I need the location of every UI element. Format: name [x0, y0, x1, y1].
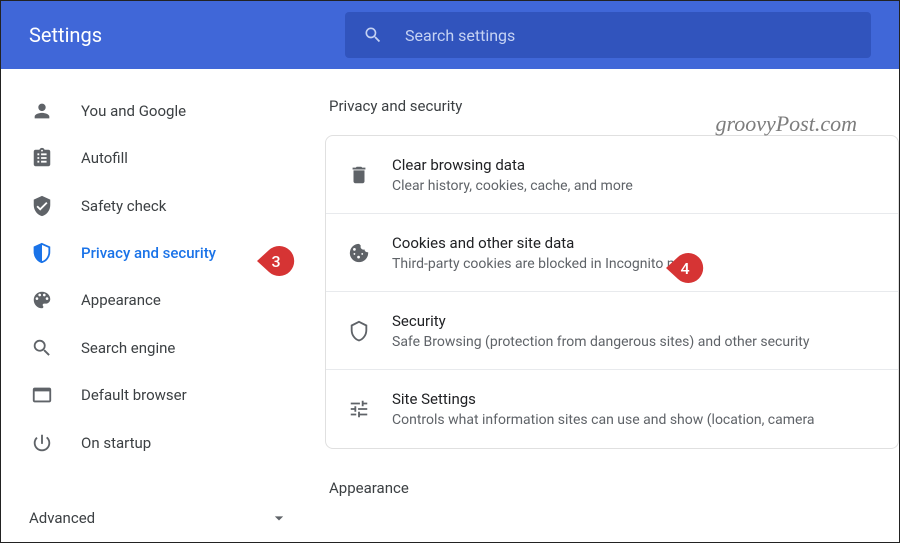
palette-icon [31, 289, 53, 311]
shield-outline-icon [348, 320, 370, 342]
sidebar-item-label: Default browser [81, 386, 187, 404]
sidebar-item-label: Search engine [81, 339, 175, 357]
browser-icon [31, 384, 53, 406]
sidebar-item-label: Privacy and security [81, 244, 216, 262]
sidebar: You and Google Autofill Safety check Pri… [1, 69, 319, 542]
row-sub: Clear history, cookies, cache, and more [392, 178, 633, 194]
row-clear-browsing-data[interactable]: Clear browsing data Clear history, cooki… [326, 136, 898, 214]
content: Privacy and security Clear browsing data… [319, 69, 899, 542]
row-sub: Third-party cookies are blocked in Incog… [392, 256, 702, 272]
row-sub: Safe Browsing (protection from dangerous… [392, 334, 809, 350]
section-title-appearance: Appearance [319, 479, 899, 497]
shield-icon [31, 242, 53, 264]
cookie-icon [348, 242, 370, 264]
chevron-down-icon [269, 508, 289, 528]
sidebar-item-label: On startup [81, 434, 151, 452]
row-title: Site Settings [392, 390, 815, 408]
sidebar-item-privacy-security[interactable]: Privacy and security [1, 229, 319, 276]
row-body: Security Safe Browsing (protection from … [392, 312, 809, 350]
sidebar-item-label: Appearance [81, 291, 161, 309]
clipboard-icon [31, 147, 53, 169]
sidebar-item-label: Autofill [81, 149, 128, 167]
section-title: Privacy and security [319, 97, 899, 115]
sidebar-item-safety-check[interactable]: Safety check [1, 182, 319, 229]
person-icon [31, 100, 53, 122]
row-sub: Controls what information sites can use … [392, 412, 815, 428]
search-input[interactable] [405, 26, 853, 45]
sidebar-item-search-engine[interactable]: Search engine [1, 324, 319, 371]
search-icon [31, 337, 53, 359]
search-box[interactable] [345, 12, 871, 58]
power-icon [31, 432, 53, 454]
shield-check-icon [31, 195, 53, 217]
header: Settings [1, 1, 899, 69]
search-icon [363, 25, 383, 45]
row-security[interactable]: Security Safe Browsing (protection from … [326, 292, 898, 370]
sidebar-item-you-and-google[interactable]: You and Google [1, 87, 319, 134]
sidebar-item-label: You and Google [81, 102, 186, 120]
advanced-label: Advanced [29, 509, 95, 527]
layout: You and Google Autofill Safety check Pri… [1, 69, 899, 542]
sidebar-item-default-browser[interactable]: Default browser [1, 372, 319, 419]
trash-icon [348, 164, 370, 186]
sidebar-item-appearance[interactable]: Appearance [1, 277, 319, 324]
row-title: Clear browsing data [392, 156, 633, 174]
advanced-toggle[interactable]: Advanced [1, 495, 319, 542]
row-body: Site Settings Controls what information … [392, 390, 815, 428]
sidebar-item-on-startup[interactable]: On startup [1, 419, 319, 466]
card-privacy: Clear browsing data Clear history, cooki… [325, 135, 899, 449]
row-title: Cookies and other site data [392, 234, 702, 252]
row-cookies[interactable]: Cookies and other site data Third-party … [326, 214, 898, 292]
row-site-settings[interactable]: Site Settings Controls what information … [326, 370, 898, 448]
sidebar-item-label: Safety check [81, 197, 166, 215]
row-body: Clear browsing data Clear history, cooki… [392, 156, 633, 194]
header-title: Settings [29, 23, 345, 47]
row-title: Security [392, 312, 809, 330]
sidebar-item-autofill[interactable]: Autofill [1, 134, 319, 181]
sliders-icon [348, 398, 370, 420]
row-body: Cookies and other site data Third-party … [392, 234, 702, 272]
